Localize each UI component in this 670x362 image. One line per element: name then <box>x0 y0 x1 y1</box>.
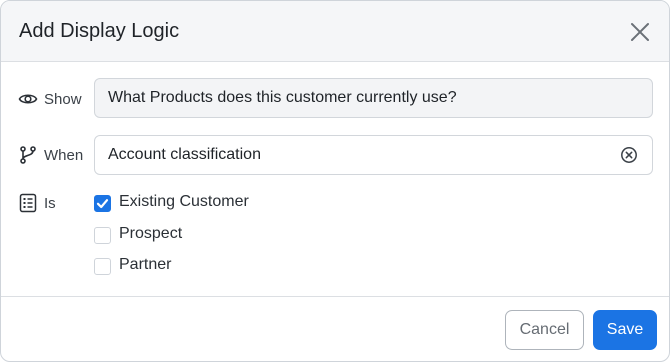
save-button[interactable]: Save <box>593 310 657 350</box>
checklist-icon <box>19 193 37 213</box>
when-label: When <box>44 147 84 164</box>
eye-icon <box>18 94 38 104</box>
show-question-field: What Products does this customer current… <box>94 78 653 118</box>
add-display-logic-dialog: Add Display Logic Show What Products doe… <box>0 0 670 362</box>
option-label: Prospect <box>119 225 183 242</box>
close-icon[interactable] <box>628 20 652 44</box>
checkbox-existing-customer[interactable] <box>94 195 111 212</box>
show-label: Show <box>44 91 82 108</box>
check-icon <box>96 199 109 209</box>
clear-circle-icon[interactable] <box>619 145 639 165</box>
option-label: Partner <box>119 256 172 273</box>
dialog-header: Add Display Logic <box>1 1 669 62</box>
option-existing-customer[interactable]: Existing Customer <box>94 193 264 213</box>
is-label: Is <box>44 195 56 212</box>
branch-icon <box>20 146 36 164</box>
checkbox-prospect[interactable] <box>94 227 111 244</box>
option-prospect[interactable]: Prospect <box>94 225 194 245</box>
cancel-button[interactable]: Cancel <box>505 310 584 350</box>
footer-divider <box>1 296 669 297</box>
option-partner[interactable]: Partner <box>94 256 184 276</box>
option-label: Existing Customer <box>119 193 249 210</box>
checkbox-partner[interactable] <box>94 258 111 275</box>
when-condition-select[interactable]: Account classification <box>94 135 653 175</box>
dialog-title: Add Display Logic <box>19 20 180 42</box>
